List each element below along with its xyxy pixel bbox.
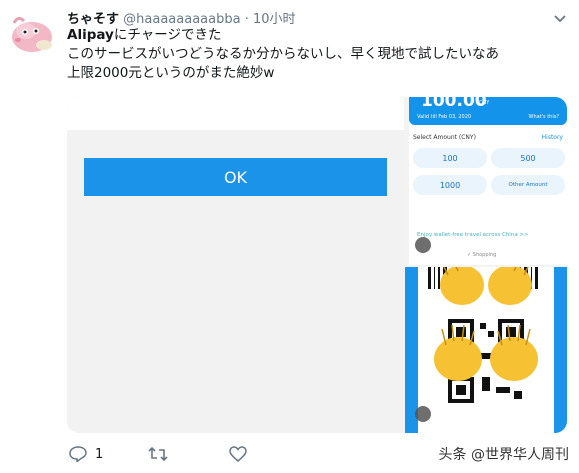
- timestamp[interactable]: 10小时: [253, 12, 296, 27]
- amount-option-other[interactable]: Other Amount: [491, 175, 565, 195]
- author-handle[interactable]: @haaaaaaaaabba: [123, 12, 240, 27]
- qr-card: [418, 267, 554, 433]
- ok-button[interactable]: OK: [84, 158, 387, 196]
- screenshot-top-area: [67, 97, 404, 130]
- retweet-button[interactable]: [148, 446, 168, 462]
- tweet-line-1-rest: にチャージできた: [113, 27, 222, 43]
- amount-option-100[interactable]: 100: [413, 148, 487, 168]
- amount-option-500[interactable]: 500: [491, 148, 565, 168]
- action-bar: 1: [67, 446, 317, 466]
- media-left-screenshot[interactable]: OK: [67, 97, 404, 433]
- tweet-text: Alipayにチャージできた このサービスがいつどうなるか分からないし、早く現地…: [67, 26, 567, 83]
- brand-alipay: Alipay: [67, 27, 114, 43]
- caret-down-icon[interactable]: [553, 9, 567, 23]
- tweet-line-1: Alipayにチャージできた: [67, 26, 567, 45]
- select-amount-label: Select Amount (CNY): [413, 134, 476, 141]
- enjoy-link[interactable]: Enjoy wallet-free travel across China >>: [417, 232, 529, 238]
- balance-amount: 100.00: [421, 97, 487, 111]
- amount-option-1000[interactable]: 1000: [413, 175, 487, 195]
- avatar[interactable]: [8, 7, 60, 59]
- gif-badge-icon[interactable]: [415, 237, 431, 253]
- retweet-icon: [148, 446, 168, 462]
- gif-badge-icon[interactable]: [415, 406, 431, 422]
- valid-text: Valid till Feb 03, 2020: [417, 114, 472, 120]
- like-icon: [229, 446, 247, 462]
- qr-code-icon: [418, 267, 554, 403]
- tweet-line-3: 上限2000元というのがまた絶妙w: [67, 65, 275, 81]
- reply-icon: [69, 446, 87, 462]
- like-button[interactable]: [229, 446, 247, 462]
- tweet-header: ちゃそす @haaaaaaaaabba · 10小时: [67, 8, 296, 27]
- balance-banner: 100.00 CNY Valid till Feb 03, 2020 What'…: [409, 97, 567, 125]
- tweet-line-2: このサービスがいつどうなるか分からないし、早く現地で試したいなあ: [67, 46, 499, 62]
- media-grid[interactable]: OK 100.00 CNY Valid till Feb 03, 2020 Wh…: [67, 97, 567, 433]
- currency-small: CNY: [479, 100, 490, 106]
- shopping-tab[interactable]: ✓ Shopping: [467, 252, 496, 258]
- reply-count: 1: [95, 446, 104, 462]
- whats-this-link[interactable]: What's this?: [529, 114, 559, 120]
- watermark: 头条 @世界华人周刊: [438, 447, 569, 463]
- history-link[interactable]: History: [542, 134, 563, 141]
- author-name[interactable]: ちゃそす: [67, 12, 119, 27]
- media-topright-screenshot[interactable]: 100.00 CNY Valid till Feb 03, 2020 What'…: [409, 97, 567, 265]
- separator: ·: [244, 12, 249, 27]
- reply-button[interactable]: 1: [69, 446, 103, 462]
